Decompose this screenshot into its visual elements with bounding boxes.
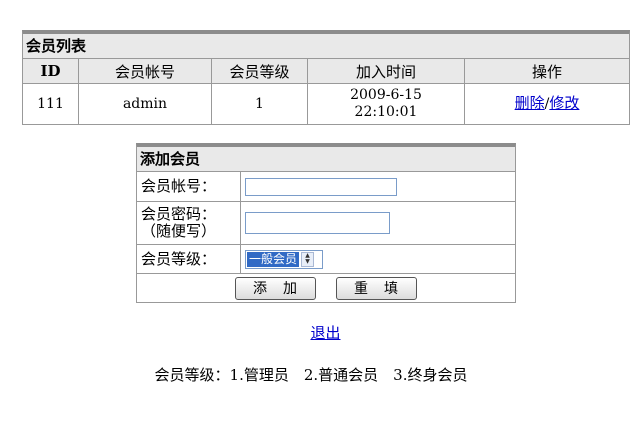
column-header-level: 会员等级 xyxy=(211,59,308,84)
table-header-row: ID 会员帐号 会员等级 加入时间 操作 xyxy=(23,59,629,84)
button-row: 添 加 重 填 xyxy=(137,274,515,302)
cell-actions: 删除/修改 xyxy=(465,84,630,125)
logout-container: 退出 xyxy=(0,322,644,343)
add-button[interactable]: 添 加 xyxy=(235,276,316,300)
edit-link[interactable]: 修改 xyxy=(549,94,579,112)
level-label: 会员等级： xyxy=(137,245,241,273)
add-member-panel: 添加会员 会员帐号： 会员密码： （随便写） 会员等级： 一般会员 ▲ ▼ 添 加… xyxy=(136,143,516,303)
cell-level: 1 xyxy=(211,83,308,124)
cell-account: admin xyxy=(78,83,212,124)
spinner-arrows-icon[interactable]: ▲ ▼ xyxy=(301,251,315,267)
reset-button[interactable]: 重 填 xyxy=(336,276,417,300)
logout-link[interactable]: 退出 xyxy=(310,324,340,342)
member-list-title: 会员列表 xyxy=(23,34,629,59)
join-clock: 22:10:01 xyxy=(354,104,418,120)
join-date: 2009-6-15 xyxy=(350,87,422,103)
column-header-account: 会员帐号 xyxy=(78,59,212,84)
level-row: 会员等级： 一般会员 ▲ ▼ xyxy=(137,245,515,274)
table-row: 111 admin 1 2009-6-15 22:10:01 删除/修改 xyxy=(23,83,630,125)
password-label-line1: 会员密码： xyxy=(141,205,217,223)
account-row: 会员帐号： xyxy=(137,172,515,202)
account-label: 会员帐号： xyxy=(137,172,241,201)
column-header-id: ID xyxy=(23,59,79,84)
delete-link[interactable]: 删除 xyxy=(515,94,545,112)
password-input[interactable] xyxy=(245,212,390,234)
level-select-value: 一般会员 xyxy=(247,251,300,267)
level-select[interactable]: 一般会员 ▲ ▼ xyxy=(245,249,323,269)
member-table: ID 会员帐号 会员等级 加入时间 操作 111 admin 1 2009-6-… xyxy=(23,59,629,124)
password-row: 会员密码： （随便写） xyxy=(137,202,515,245)
member-list-panel: 会员列表 ID 会员帐号 会员等级 加入时间 操作 111 admin 1 20… xyxy=(22,30,630,125)
account-input[interactable] xyxy=(245,177,397,196)
column-header-join-time: 加入时间 xyxy=(307,59,465,84)
level-legend: 会员等级：1.管理员 2.普通会员 3.终身会员 xyxy=(154,366,468,384)
add-member-title: 添加会员 xyxy=(137,147,515,172)
cell-join-time: 2009-6-15 22:10:01 xyxy=(307,83,465,124)
password-label: 会员密码： （随便写） xyxy=(137,202,241,244)
column-header-actions: 操作 xyxy=(464,59,629,84)
password-label-line2: （随便写） xyxy=(141,222,217,240)
cell-id: 111 xyxy=(23,83,79,124)
